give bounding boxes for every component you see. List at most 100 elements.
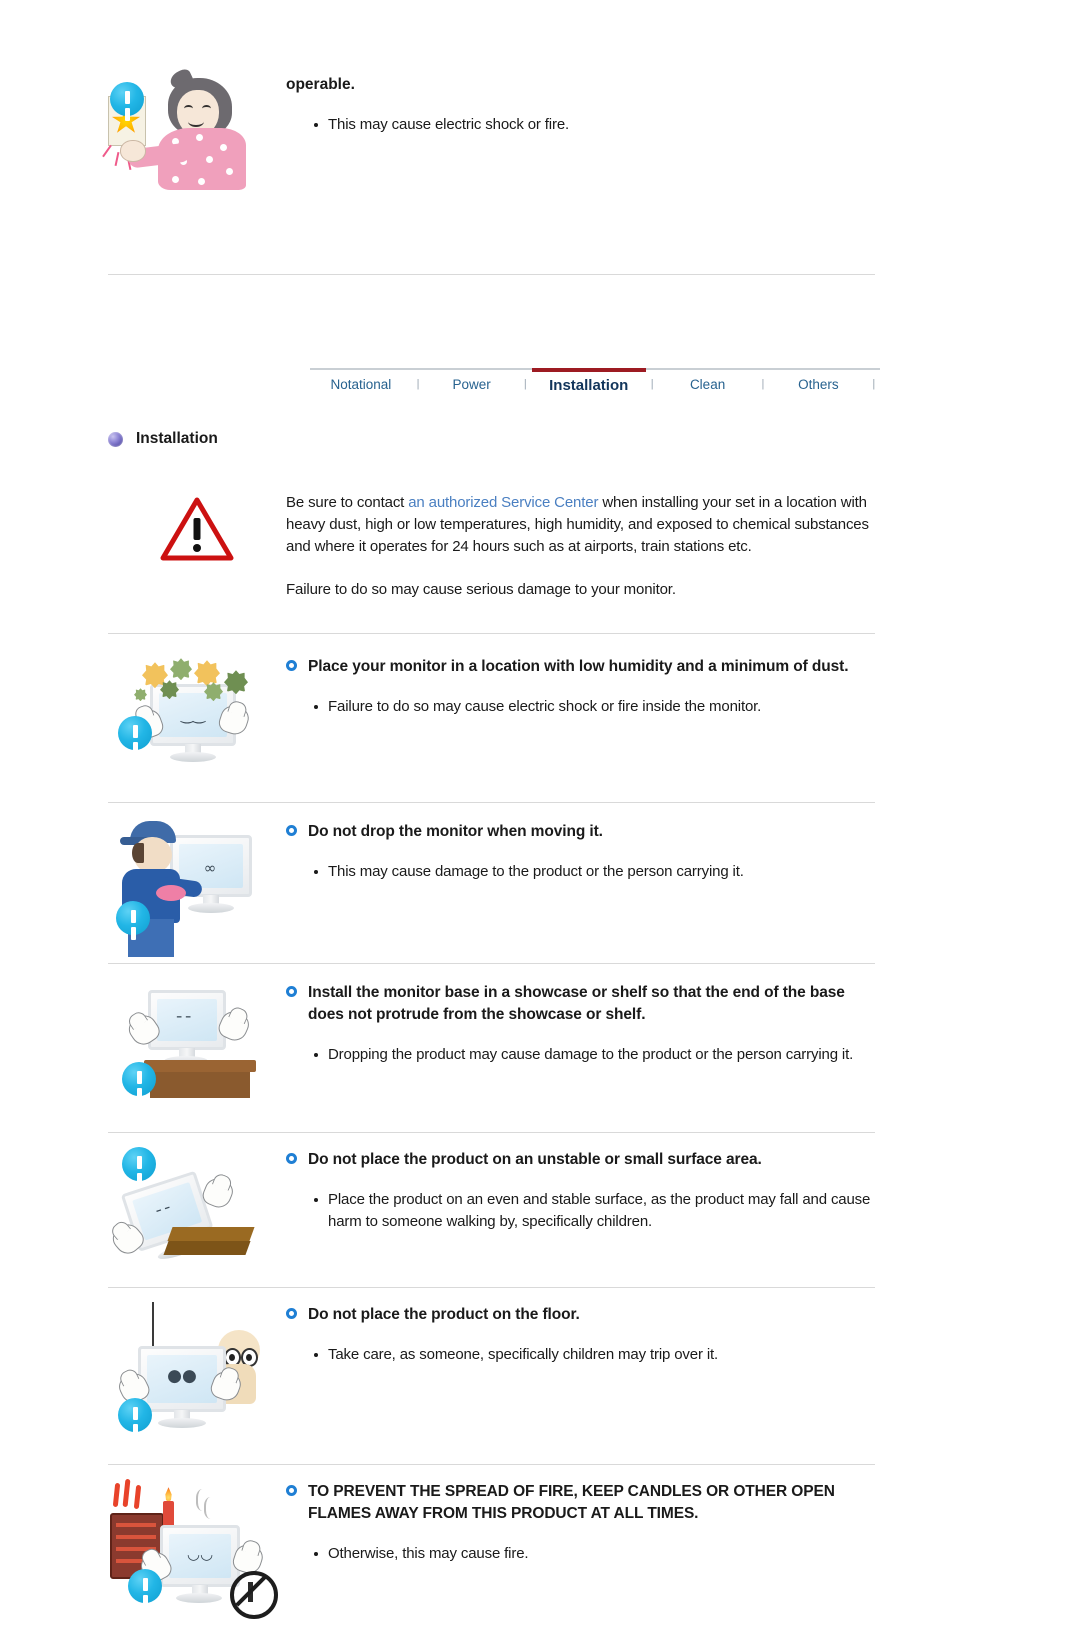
divider (108, 274, 875, 275)
woman-mouth (188, 116, 204, 127)
dust-particle (204, 682, 223, 702)
dust-particle (224, 670, 248, 695)
section-heading: Install the monitor base in a showcase o… (286, 982, 875, 1026)
smoke-icon (204, 1497, 220, 1520)
tab-others[interactable]: Others (769, 368, 867, 398)
dust-particle (134, 688, 147, 702)
monitor-face-sad: ◡◡ (186, 1545, 214, 1564)
woman-hand (120, 140, 146, 162)
section-bullets: Place the product on an even and stable … (286, 1189, 875, 1233)
monitor-face-angry: ╴╴ (176, 1008, 196, 1027)
tab-separator: | (416, 378, 420, 390)
dust-particle (160, 680, 179, 700)
intro-paragraph: Be sure to contact an authorized Service… (286, 492, 875, 558)
shelf-surface (144, 1060, 256, 1099)
intro-text-before: Be sure to contact (286, 494, 409, 511)
blue-ring-bullet-icon (286, 660, 297, 672)
section-heading-label: Do not place the product on the floor. (308, 1306, 580, 1324)
section-on-the-floor-text: Do not place the product on the floor. T… (286, 1302, 875, 1368)
tab-power[interactable]: Power (424, 368, 519, 398)
monitor-face-sad: ∞ (203, 859, 217, 878)
blue-ring-bullet-icon (286, 986, 297, 998)
art-monitor-on-floor-with-child: ●● (108, 1302, 286, 1452)
section-showcase-shelf: ╴╴ Install the monitor base in a showcas… (0, 964, 1080, 1118)
list-item: Place the product on an even and stable … (314, 1189, 875, 1233)
list-item: This may cause electric shock or fire. (314, 114, 875, 136)
flame-icon (133, 1484, 142, 1510)
dust-particle (194, 660, 220, 687)
blue-exclamation-badge-icon (110, 82, 144, 116)
monitor-face-shocked: ●● (167, 1366, 197, 1387)
section-heading: Do not drop the monitor when moving it. (286, 821, 875, 843)
section-bullets: This may cause damage to the product or … (286, 861, 875, 883)
section-showcase-shelf-text: Install the monitor base in a showcase o… (286, 980, 875, 1068)
section-unstable-surface-text: Do not place the product on an unstable … (286, 1147, 875, 1235)
list-item: Take care, as someone, specifically chil… (314, 1344, 875, 1366)
art-man-carrying-monitor: ∞ (108, 819, 286, 958)
blue-ring-bullet-icon (286, 1153, 297, 1165)
dust-particle (170, 658, 192, 681)
spark-ray-icon (102, 144, 112, 158)
blue-ring-bullet-icon (286, 825, 297, 837)
tab-notational[interactable]: Notational (310, 368, 412, 398)
section-operable-text: operable. This may cause electric shock … (286, 72, 875, 138)
section-heading: Do not place the product on an unstable … (286, 1149, 875, 1171)
section-low-humidity-text: Place your monitor in a location with lo… (286, 654, 875, 720)
monitor-illustration: ◡◡ (160, 1525, 240, 1604)
blue-exclamation-badge-icon (128, 1569, 162, 1604)
blue-exclamation-badge-icon (122, 1062, 156, 1097)
document-page: operable. This may cause electric shock … (0, 0, 1080, 1620)
blue-exclamation-badge-icon (118, 716, 152, 751)
list-item: Dropping the product may cause damage to… (314, 1044, 875, 1066)
section-heading-label: Do not place the product on an unstable … (308, 1151, 762, 1169)
blue-exclamation-badge-icon (118, 1398, 152, 1433)
section-heading-label: TO PREVENT THE SPREAD OF FIRE, KEEP CAND… (308, 1483, 835, 1523)
section-operable: operable. This may cause electric shock … (0, 0, 1080, 212)
small-stand-surface-shadow (163, 1241, 251, 1256)
section-bullets: Dropping the product may cause damage to… (286, 1044, 875, 1066)
purple-sphere-bullet-icon (108, 431, 123, 447)
section-bullets: Otherwise, this may cause fire. (286, 1543, 875, 1565)
tab-separator: | (650, 378, 654, 390)
section-intro: Be sure to contact an authorized Service… (0, 448, 1080, 601)
blue-ring-bullet-icon (286, 1485, 297, 1497)
spark-ray-icon (114, 151, 120, 167)
woman-eye (202, 105, 211, 112)
blue-exclamation-badge-icon (116, 901, 150, 936)
section-do-not-drop-text: Do not drop the monitor when moving it. … (286, 819, 875, 885)
blue-ring-bullet-icon (286, 1308, 297, 1320)
authorized-service-center-link[interactable]: an authorized Service Center (408, 494, 598, 511)
small-stand-surface (167, 1227, 255, 1242)
art-monitor-on-shelf: ╴╴ (108, 980, 286, 1118)
art-monitor-tipping: ╴╴ (108, 1147, 286, 1275)
tab-navigation[interactable]: Notational | Power | Installation | Clea… (0, 368, 1080, 400)
section-heading-label: Place your monitor in a location with lo… (308, 658, 849, 676)
section-heading: Do not place the product on the floor. (286, 1304, 875, 1326)
page-title: Installation (0, 430, 1080, 448)
no-open-flames-prohibition-icon (230, 1571, 278, 1620)
section-heading-label: Do not drop the monitor when moving it. (308, 823, 603, 841)
flame-icon (112, 1482, 121, 1508)
intro-paragraph-2: Failure to do so may cause serious damag… (286, 581, 676, 599)
tab-clean[interactable]: Clean (658, 368, 756, 398)
section-heading-label: Install the monitor base in a showcase o… (308, 984, 845, 1024)
section-operable-heading: operable. (286, 76, 355, 93)
flame-icon (122, 1479, 131, 1508)
art-woman-plugging-outlet (102, 67, 286, 212)
section-intro-text: Be sure to contact an authorized Service… (286, 490, 875, 601)
woman-eye (184, 105, 193, 112)
list-item: This may cause damage to the product or … (314, 861, 875, 883)
man-hair (132, 843, 144, 864)
art-monitor-with-dust: ‿‿ (108, 654, 286, 782)
red-warning-triangle-icon (160, 496, 234, 562)
monitor-illustration: ╴╴ (148, 990, 226, 1067)
page-title-label: Installation (136, 430, 218, 447)
tab-separator: | (761, 378, 765, 390)
tab-separator: | (872, 378, 876, 390)
section-low-humidity: ‿‿ Place your monitor in a location with… (0, 634, 1080, 782)
section-do-not-drop: ∞ Do not drop the monitor when moving it… (0, 803, 1080, 958)
section-heading: TO PREVENT THE SPREAD OF FIRE, KEEP CAND… (286, 1481, 875, 1525)
section-heading: Place your monitor in a location with lo… (286, 656, 875, 678)
section-bullets: Failure to do so may cause electric shoc… (286, 696, 875, 718)
tab-installation[interactable]: Installation (531, 368, 646, 398)
